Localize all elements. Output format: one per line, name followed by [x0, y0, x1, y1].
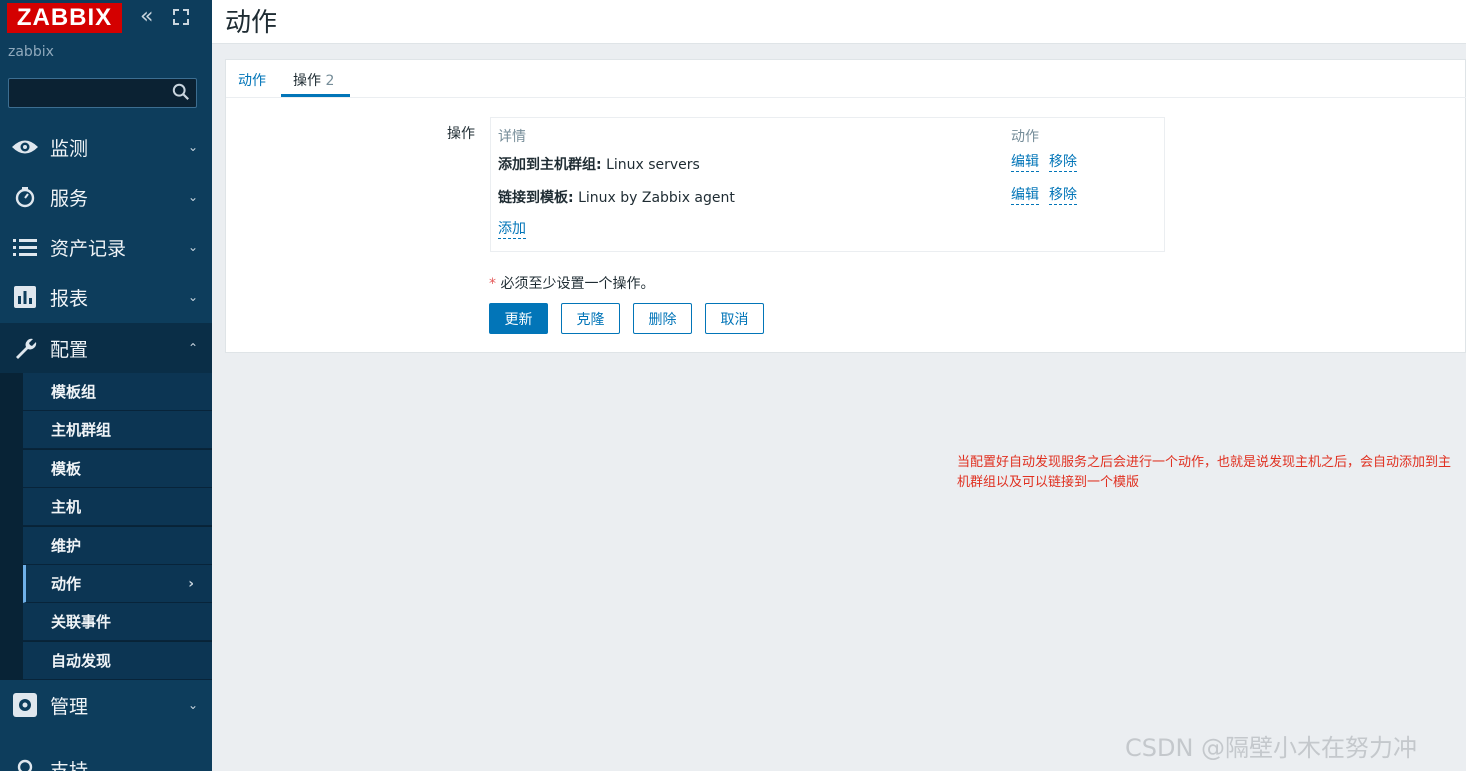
submenu-templates[interactable]: 模板	[23, 450, 212, 488]
column-header-actions: 动作	[1011, 129, 1039, 145]
menu-monitoring[interactable]: 监测 ⌄	[0, 122, 212, 172]
menu-label: 监测	[50, 137, 89, 160]
clone-button[interactable]: 克隆	[561, 303, 620, 334]
edit-link[interactable]: 编辑	[1011, 154, 1039, 172]
table-row: 添加到主机群组: Linux servers	[498, 154, 700, 174]
zabbix-logo[interactable]: ZABBIX	[7, 3, 122, 33]
operations-table: 详情 动作 添加到主机群组: Linux servers 编辑 移除 链接到模板…	[490, 117, 1165, 252]
submenu-maintenance[interactable]: 维护	[23, 527, 212, 565]
tab-operations-label: 操作	[293, 73, 321, 89]
operation-value: Linux servers	[606, 157, 700, 173]
double-chevron-left-icon[interactable]: «	[140, 4, 153, 30]
list-icon	[0, 238, 50, 256]
chevron-right-icon: ›	[188, 575, 194, 592]
menu-administration[interactable]: 管理 ⌄	[0, 680, 212, 730]
operation-type: 添加到主机群组:	[498, 157, 602, 173]
tab-action[interactable]: 动作	[238, 70, 266, 90]
table-row: 链接到模板: Linux by Zabbix agent	[498, 187, 735, 207]
delete-button[interactable]: 删除	[633, 303, 692, 334]
menu-support[interactable]: 支持	[0, 744, 212, 771]
watermark: CSDN @隔壁小木在努力冲	[1125, 734, 1418, 762]
required-note-text: 必须至少设置一个操作。	[500, 276, 655, 292]
submenu-host-groups[interactable]: 主机群组	[23, 411, 212, 449]
required-note: * 必须至少设置一个操作。	[489, 273, 654, 293]
column-header-details: 详情	[498, 129, 526, 145]
submenu-event-correlation[interactable]: 关联事件	[23, 603, 212, 641]
bar-chart-icon	[0, 286, 50, 308]
remove-link[interactable]: 移除	[1049, 187, 1077, 205]
submenu-actions-label: 动作	[51, 575, 82, 593]
page-header	[212, 0, 1466, 44]
submenu-hosts[interactable]: 主机	[23, 488, 212, 526]
annotation-note: 当配置好自动发现服务之后会进行一个动作，也就是说发现主机之后，会自动添加到主机群…	[957, 455, 1452, 490]
submenu-actions[interactable]: 动作 ›	[23, 565, 212, 603]
tab-operations-count: 2	[325, 73, 335, 89]
search-icon[interactable]	[172, 83, 190, 101]
active-tab-indicator	[281, 94, 350, 97]
wrench-icon	[0, 336, 50, 360]
chevron-down-icon: ⌄	[188, 240, 199, 254]
menu-services[interactable]: 服务 ⌄	[0, 172, 212, 222]
chevron-down-icon: ⌄	[188, 190, 199, 204]
operations-field-label: 操作	[447, 126, 475, 142]
submenu-template-groups[interactable]: 模板组	[23, 373, 212, 411]
remove-link[interactable]: 移除	[1049, 154, 1077, 172]
cancel-button[interactable]: 取消	[705, 303, 764, 334]
menu-label: 资产记录	[50, 237, 127, 260]
action-form-panel: 动作 操作 2 操作 详情 动作 添加到主机群组: Linux servers …	[225, 59, 1466, 353]
server-name: zabbix	[8, 44, 54, 60]
menu-label: 配置	[50, 338, 89, 361]
chevron-down-icon: ⌄	[188, 140, 199, 154]
sidebar: ZABBIX « zabbix 监测 ⌄ 服务 ⌄ 资产记录 ⌄ 报表 ⌄ 配置…	[0, 0, 212, 771]
search-box	[8, 78, 197, 108]
required-asterisk: *	[489, 276, 496, 292]
page-title: 动作	[225, 8, 278, 38]
menu-reports[interactable]: 报表 ⌄	[0, 272, 212, 322]
chevron-down-icon: ⌄	[188, 290, 199, 304]
tab-operations[interactable]: 操作 2	[293, 70, 334, 90]
chevron-down-icon: ⌄	[188, 698, 199, 712]
gear-icon	[0, 693, 50, 717]
menu-label: 报表	[50, 287, 89, 310]
update-button[interactable]: 更新	[489, 303, 548, 334]
menu-label: 管理	[50, 695, 89, 718]
edit-link[interactable]: 编辑	[1011, 187, 1039, 205]
configuration-submenu: 模板组 主机群组 模板 主机 维护 动作 › 关联事件 自动发现	[0, 373, 212, 680]
add-operation-link[interactable]: 添加	[498, 221, 526, 239]
kiosk-mode-icon[interactable]	[173, 9, 189, 25]
menu-label: 支持	[50, 759, 89, 771]
search-input[interactable]	[9, 79, 159, 107]
stopwatch-icon	[0, 186, 50, 208]
tab-bar: 动作 操作 2	[226, 60, 1466, 98]
chevron-up-icon: ⌃	[188, 341, 199, 355]
menu-inventory[interactable]: 资产记录 ⌄	[0, 222, 212, 272]
menu-label: 服务	[50, 187, 89, 210]
eye-icon	[0, 138, 50, 156]
operation-value: Linux by Zabbix agent	[578, 190, 735, 206]
operation-type: 链接到模板:	[498, 190, 574, 206]
support-icon	[0, 758, 50, 771]
submenu-discovery[interactable]: 自动发现	[23, 642, 212, 680]
menu-configuration[interactable]: 配置 ⌃	[0, 323, 212, 373]
